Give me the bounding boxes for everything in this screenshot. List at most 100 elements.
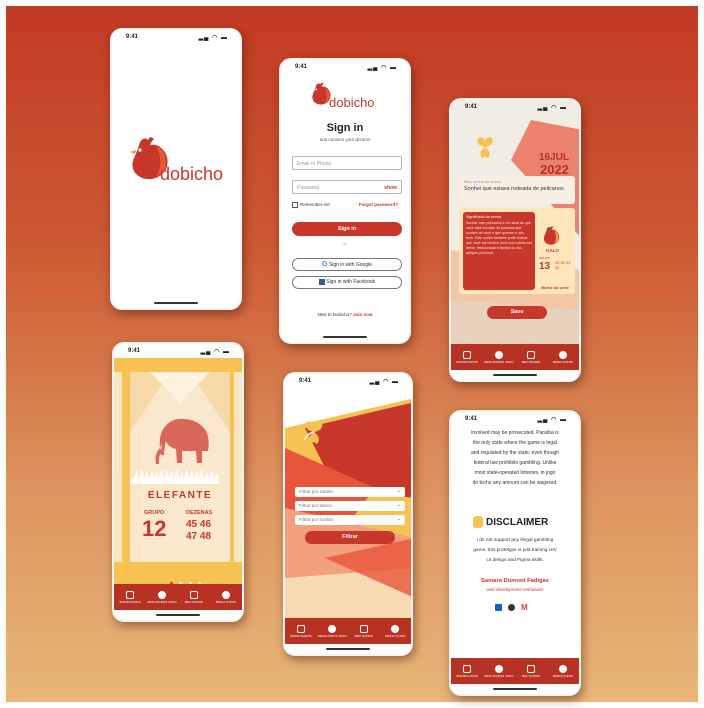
filter-button[interactable]: Filtrar bbox=[305, 531, 395, 544]
bank-select[interactable]: Filtrar por banca ⌄ bbox=[295, 501, 405, 511]
tab-resultados[interactable]: RESULTADOS JOGO bbox=[317, 618, 349, 644]
chevron-down-icon: ⌄ bbox=[396, 488, 401, 494]
tab-meu-sonho[interactable]: MEU SONHO bbox=[348, 618, 380, 644]
calendar-icon bbox=[527, 350, 535, 359]
home-indicator bbox=[323, 336, 367, 338]
tab-minha-conta[interactable]: MINHA CONTA bbox=[380, 618, 412, 644]
facebook-icon bbox=[318, 278, 325, 285]
status-icons: ▂▄ ◠ ▬ bbox=[537, 417, 567, 423]
dozens-row-1: 45 46 bbox=[186, 519, 212, 530]
tab-minha-conta[interactable]: MINHA CONTA bbox=[547, 658, 579, 684]
time-select[interactable]: Filtrar por horário ⌄ bbox=[295, 515, 405, 525]
intro-line: involved may be prosecuted. Paraíba is bbox=[471, 430, 559, 436]
state-select-label: Filtrar por estado bbox=[299, 489, 334, 494]
status-time: 9:41 bbox=[126, 34, 139, 40]
google-signin-button[interactable]: G Sign in with Google bbox=[292, 258, 402, 271]
status-bar: 9:41 ▂▄ ◠ ▬ bbox=[114, 344, 242, 358]
facebook-signin-button[interactable]: Sign in with Facebook bbox=[292, 276, 402, 289]
time-select-label: Filtrar por horário bbox=[299, 517, 334, 522]
disclaimer-intro: involved may be prosecuted. Paraíba is t… bbox=[457, 428, 573, 488]
tab-label: RESULTADOS JOGO bbox=[147, 599, 177, 604]
home-indicator bbox=[326, 648, 370, 650]
tab-minha-conta[interactable]: MINHA CONTA bbox=[210, 584, 242, 610]
linkedin-icon[interactable] bbox=[495, 604, 502, 611]
signin-button[interactable]: Sign in bbox=[292, 222, 402, 236]
tab-resultados[interactable]: RESULTADOS JOGO bbox=[146, 584, 178, 610]
status-bar: 9:41 ▂▄ ◠ ▬ bbox=[451, 416, 579, 426]
phone-carousel: 9:41 ▂▄ ◠ ▬ ELEFANTE GRUPO 12 DEZENAS 45… bbox=[112, 342, 244, 622]
carousel-next-card[interactable] bbox=[234, 372, 242, 562]
tab-meu-sonho[interactable]: MEU SONHO bbox=[178, 584, 210, 610]
tab-resultados[interactable]: RESULTADOS JOGO bbox=[483, 344, 515, 370]
join-now-link[interactable]: Join now bbox=[353, 312, 373, 317]
tab-significados[interactable]: SIGNIFICADOS bbox=[114, 584, 146, 610]
gmail-icon[interactable]: M bbox=[521, 604, 528, 612]
dozens-row-2: 47 48 bbox=[186, 531, 212, 542]
carousel-card[interactable]: ELEFANTE GRUPO 12 DEZENAS 45 46 47 48 bbox=[130, 372, 230, 562]
state-select[interactable]: Filtrar por estado ⌄ bbox=[295, 487, 405, 497]
meaning-label: Significado do sonho bbox=[466, 215, 502, 219]
status-time: 9:41 bbox=[465, 416, 478, 422]
github-icon[interactable] bbox=[508, 604, 515, 611]
carousel-prev-card[interactable] bbox=[114, 372, 122, 562]
signin-subtitle: and connect your dreams bbox=[319, 137, 371, 142]
tab-label: SIGNIFICADOS bbox=[289, 633, 312, 638]
social-links: M bbox=[495, 604, 528, 612]
tab-label: MEU SONHO bbox=[184, 599, 204, 604]
tab-significados[interactable]: SIGNIFICADOS bbox=[285, 618, 317, 644]
tab-resultados[interactable]: RESULTADOS JOGO bbox=[483, 658, 515, 684]
calendar-icon bbox=[359, 624, 368, 633]
animal-name: ELEFANTE bbox=[147, 490, 213, 501]
user-icon bbox=[391, 624, 400, 633]
calendar-icon bbox=[190, 590, 198, 599]
clover-icon bbox=[495, 350, 503, 359]
tab-label: MINHA CONTA bbox=[384, 633, 406, 638]
save-button[interactable]: Save bbox=[487, 306, 547, 319]
phone-disclaimer: 9:41 ▂▄ ◠ ▬ involved may be prosecuted. … bbox=[449, 410, 581, 696]
disclaimer-heading: DISCLAIMER bbox=[473, 516, 548, 528]
dream-card[interactable]: Meu sonho de sonho Sonhei que estava rod… bbox=[459, 176, 575, 204]
book-icon bbox=[126, 590, 134, 599]
tab-bar: SIGNIFICADOS RESULTADOS JOGO MEU SONHO M… bbox=[114, 584, 242, 610]
intro-line: most state-operated lotteries, in jogo bbox=[474, 470, 556, 476]
remember-checkbox[interactable] bbox=[292, 202, 298, 208]
clover-icon bbox=[328, 624, 337, 633]
tab-significados[interactable]: SIGNIFICADOS bbox=[451, 658, 483, 684]
tab-significados[interactable]: SIGNIFICADOS bbox=[451, 344, 483, 370]
dozens-block: 49 50 51 52 bbox=[555, 260, 573, 270]
tab-meu-sonho[interactable]: MEU SONHO bbox=[515, 344, 547, 370]
google-icon: G bbox=[322, 261, 328, 268]
group-number: 13 bbox=[539, 261, 551, 272]
status-bar: 9:41 ▂▄ ◠ ▬ bbox=[112, 34, 240, 44]
home-indicator bbox=[154, 302, 198, 304]
author-name: Samara Dumont Fadigas bbox=[481, 578, 549, 584]
remember-label: Remember me bbox=[300, 202, 330, 207]
body-line: I do not support any illegal gambling bbox=[476, 538, 554, 543]
forgot-password-link[interactable]: Forgot password? bbox=[359, 202, 398, 207]
dozen-3: 51 bbox=[566, 260, 571, 265]
status-time: 9:41 bbox=[465, 104, 478, 110]
meaning-card: Significado do sonho Sonhar com pelicano… bbox=[459, 208, 575, 294]
show-password-link[interactable]: show bbox=[384, 185, 397, 191]
tab-meu-sonho[interactable]: MEU SONHO bbox=[515, 658, 547, 684]
dozen-2: 50 bbox=[560, 260, 566, 265]
phone-signin: 9:41 ▂▄ ◠ ▬ dobicho Sign in and connect … bbox=[279, 58, 411, 344]
user-icon bbox=[222, 590, 230, 599]
tab-label: MINHA CONTA bbox=[215, 599, 237, 604]
intro-line: the only state where the game is legal bbox=[473, 440, 557, 446]
chevron-down-icon: ⌄ bbox=[396, 516, 401, 522]
book-icon bbox=[296, 624, 305, 633]
new-user-label: New to Dobicho? bbox=[317, 312, 352, 317]
google-button-label: Sign in with Google bbox=[328, 262, 372, 268]
password-field[interactable]: Password show bbox=[292, 180, 402, 194]
tab-label: SIGNIFICADOS bbox=[456, 673, 478, 678]
status-time: 9:41 bbox=[299, 378, 312, 384]
password-placeholder: Password bbox=[297, 185, 319, 191]
email-field[interactable]: Email or Phone bbox=[292, 156, 402, 170]
status-time: 9:41 bbox=[295, 64, 308, 70]
clover-icon bbox=[158, 590, 166, 599]
home-indicator bbox=[156, 614, 200, 616]
tab-label: MEU SONHO bbox=[354, 633, 373, 638]
tab-minha-conta[interactable]: MINHA CONTA bbox=[547, 344, 579, 370]
animal-name: GALO bbox=[546, 248, 559, 253]
